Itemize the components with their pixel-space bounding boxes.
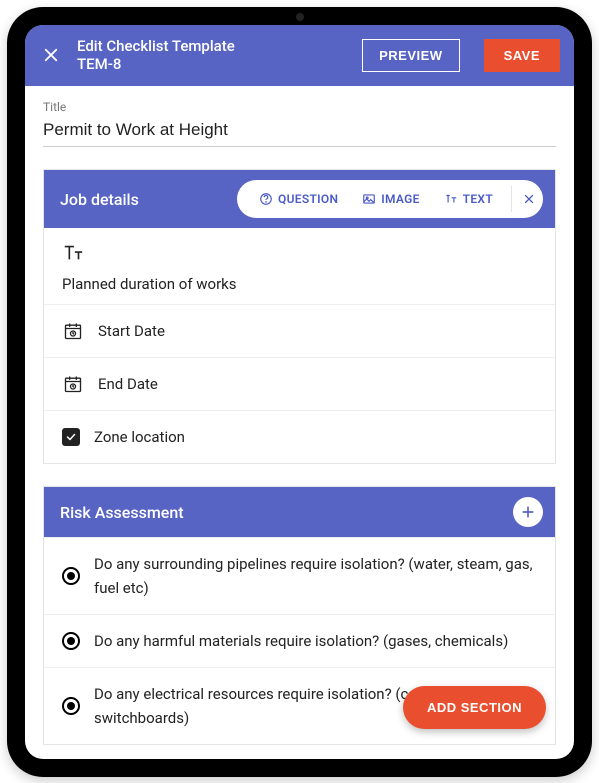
app-header: Edit Checklist Template TEM-8 PREVIEW SA…	[25, 25, 574, 87]
item-label: Do any harmful materials require isolati…	[94, 629, 508, 653]
item-label: Planned duration of works	[62, 272, 537, 296]
checkbox-icon	[62, 428, 80, 446]
section-header: Job details QUESTION IMAGE TEXT	[44, 170, 555, 228]
section-header: Risk Assessment	[44, 487, 555, 537]
calendar-icon	[62, 320, 84, 342]
section-toolbar: QUESTION IMAGE TEXT	[237, 180, 543, 218]
app-screen: Edit Checklist Template TEM-8 PREVIEW SA…	[25, 25, 574, 759]
header-subtitle: TEM-8	[77, 55, 348, 74]
add-image-button[interactable]: IMAGE	[352, 188, 429, 210]
item-label: Do any surrounding pipelines require iso…	[94, 552, 537, 600]
text-type-icon	[62, 242, 84, 264]
list-item[interactable]: Do any surrounding pipelines require iso…	[44, 537, 555, 614]
radio-icon	[62, 632, 80, 650]
close-icon[interactable]	[39, 43, 63, 67]
list-item[interactable]: Planned duration of works	[44, 228, 555, 304]
section-title: Job details	[60, 190, 139, 209]
camera-notch	[296, 13, 304, 21]
radio-icon	[62, 697, 80, 715]
title-input[interactable]	[43, 116, 556, 147]
text-label: TEXT	[463, 192, 493, 206]
calendar-icon	[62, 373, 84, 395]
item-label: End Date	[98, 372, 158, 396]
item-label: Zone location	[94, 425, 185, 449]
section-job-details: Job details QUESTION IMAGE TEXT	[43, 169, 556, 464]
item-label: Start Date	[98, 319, 165, 343]
content-area[interactable]: Title Job details QUESTION IMAGE	[25, 86, 574, 759]
title-field-label: Title	[43, 100, 556, 114]
list-item[interactable]: End Date	[44, 357, 555, 410]
add-item-button[interactable]	[513, 497, 543, 527]
list-item[interactable]: Do any harmful materials require isolati…	[44, 614, 555, 667]
list-item[interactable]: Zone location	[44, 410, 555, 463]
save-button[interactable]: SAVE	[484, 39, 560, 72]
header-title-group: Edit Checklist Template TEM-8	[77, 37, 348, 75]
tablet-frame: Edit Checklist Template TEM-8 PREVIEW SA…	[7, 7, 592, 777]
add-section-button[interactable]: ADD SECTION	[403, 686, 546, 729]
radio-icon	[62, 567, 80, 585]
question-label: QUESTION	[278, 192, 338, 206]
header-title: Edit Checklist Template	[77, 37, 348, 56]
toolbar-close-icon[interactable]	[511, 186, 537, 212]
section-title: Risk Assessment	[60, 503, 184, 522]
list-item[interactable]: Start Date	[44, 304, 555, 357]
preview-button[interactable]: PREVIEW	[362, 39, 459, 72]
image-label: IMAGE	[381, 192, 419, 206]
add-text-button[interactable]: TEXT	[434, 188, 503, 210]
add-question-button[interactable]: QUESTION	[249, 188, 348, 210]
